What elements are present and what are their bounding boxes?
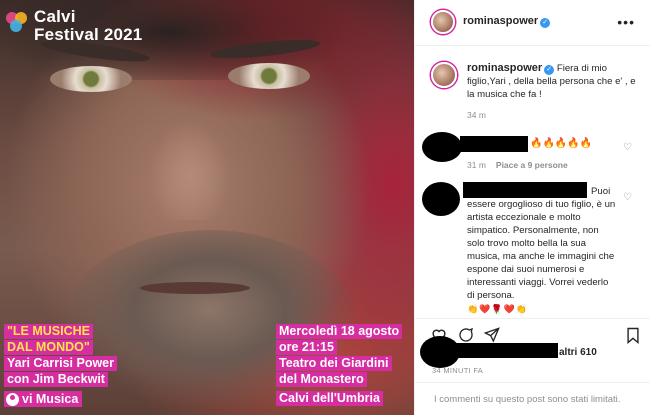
comment-2-like-icon[interactable]: ♡: [623, 192, 632, 203]
comment-2-first-line: Puoi: [591, 186, 611, 197]
post-image[interactable]: Calvi Festival 2021 "LE MUSICHE DAL MOND…: [0, 0, 414, 415]
mouth-shape: [140, 282, 250, 294]
comment-2: Puoi essere orgoglioso di tuo figlio, è …: [467, 185, 617, 316]
save-icon[interactable]: [626, 327, 640, 344]
logo-line-2: Festival 2021: [34, 25, 143, 44]
likes-count[interactable]: altri 610: [559, 347, 597, 358]
share-icon[interactable]: [484, 327, 500, 343]
comment-2-text: essere orgoglioso di tuo figlio, è un ar…: [467, 199, 616, 301]
event-venue-line-1: Teatro dei Giardini: [276, 356, 392, 371]
post-timestamp: 34 MINUTI FA: [432, 366, 484, 375]
festival-logo: Calvi Festival 2021: [6, 8, 142, 44]
via-musica-badge: vi Musica: [4, 391, 83, 407]
beard-shape: [60, 230, 360, 415]
post-header: rominaspower ✓ •••: [415, 0, 650, 46]
redacted-avatar: [420, 336, 460, 368]
comments-limited-notice: I commenti su questo post sono stati lim…: [414, 382, 650, 415]
comment-2-emojis: 👏❤️🌹❤️👏: [467, 304, 529, 314]
right-eye: [228, 63, 310, 89]
avatar[interactable]: [431, 10, 455, 34]
header-username[interactable]: rominaspower ✓: [463, 15, 551, 28]
event-title-line-2: DAL MONDO": [4, 340, 93, 355]
comment-icon[interactable]: [458, 327, 474, 343]
verified-badge-icon: ✓: [540, 18, 551, 28]
redacted-likers: [456, 343, 558, 358]
event-time: ore 21:15: [276, 340, 337, 355]
performer-line-1: Yari Carrisi Power: [4, 356, 118, 371]
caption-username[interactable]: rominaspower: [467, 62, 542, 74]
festival-logo-icon: [6, 12, 30, 36]
redacted-avatar: [422, 182, 460, 216]
nose-shape: [150, 110, 230, 220]
comment-1-like-icon[interactable]: ♡: [623, 142, 632, 153]
comment-1-time: 31 m: [467, 160, 486, 170]
verified-badge-icon: ✓: [544, 65, 555, 75]
caption-time: 34 m: [467, 110, 486, 120]
more-options-icon[interactable]: •••: [617, 14, 635, 30]
performer-line-2: con Jim Beckwit: [4, 372, 108, 387]
left-eye: [50, 66, 132, 92]
event-venue-line-2: del Monastero: [276, 372, 367, 387]
post-caption: rominaspower ✓ Fiera di mio figlio,Yari ,…: [431, 62, 641, 122]
event-location: Calvi dell'Umbria: [276, 391, 383, 406]
event-title-line-1: "LE MUSICHE: [4, 324, 94, 339]
instagram-post-window: Calvi Festival 2021 "LE MUSICHE DAL MOND…: [0, 0, 650, 415]
redacted-username: [460, 136, 528, 152]
comment-1-text: 🔥🔥🔥🔥🔥: [530, 138, 593, 149]
via-musica-label: vi Musica: [22, 392, 79, 406]
event-date: Mercoledì 18 agosto: [276, 324, 403, 339]
person-icon: [6, 392, 19, 406]
header-username-text[interactable]: rominaspower: [463, 15, 538, 27]
logo-line-1: Calvi: [34, 7, 76, 26]
comment-1-meta: 31 m Piace a 9 persone: [467, 160, 568, 170]
caption-avatar[interactable]: [431, 62, 457, 88]
comment-1-likes[interactable]: Piace a 9 persone: [496, 160, 568, 170]
redacted-avatar: [422, 132, 462, 162]
